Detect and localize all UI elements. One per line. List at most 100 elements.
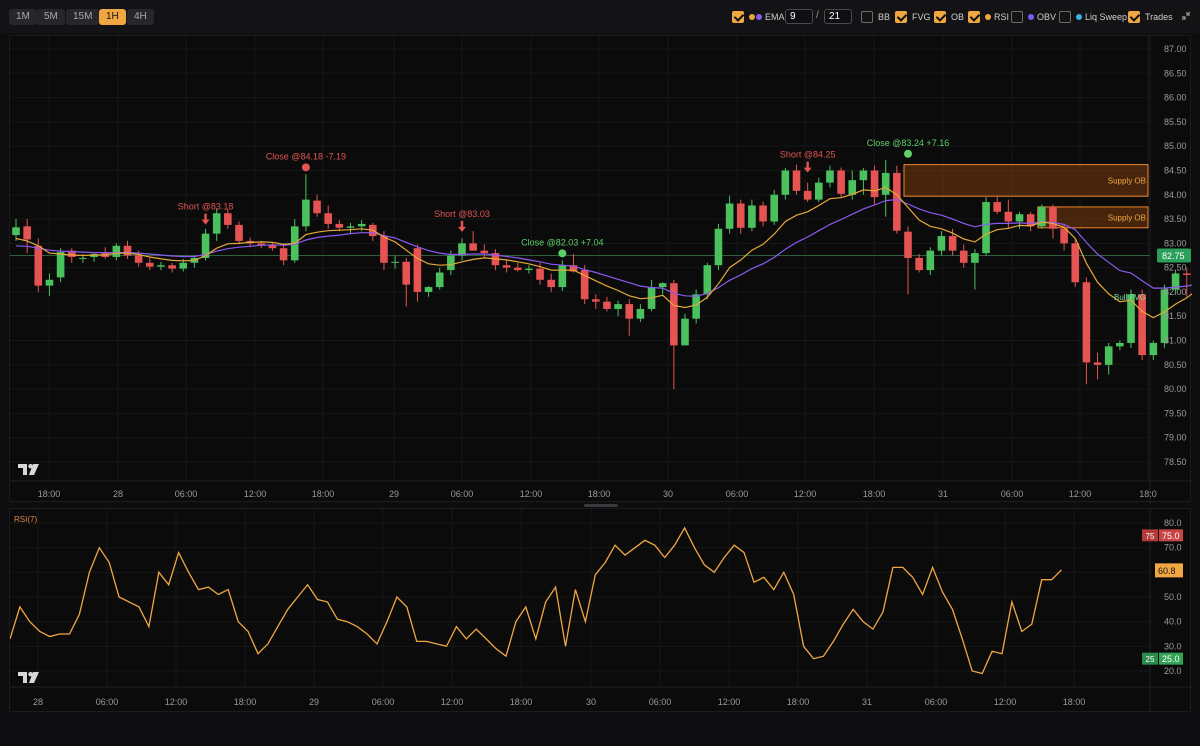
rsi-time-tick-label: 06:00 xyxy=(925,697,948,707)
ema-slow-input[interactable]: 21 xyxy=(824,9,852,24)
ema-fast-input[interactable]: 9 xyxy=(785,9,813,24)
trades-checkbox[interactable] xyxy=(1128,11,1140,23)
rsi-time-tick-label: 18:00 xyxy=(787,697,810,707)
bearish-candle xyxy=(168,265,176,269)
pane-resize-handle[interactable] xyxy=(584,504,618,507)
bearish-candle xyxy=(224,213,232,225)
liq-sweep-label: Liq Sweep xyxy=(1085,12,1128,22)
bearish-candle xyxy=(870,170,879,198)
rsi-toggle[interactable]: RSI xyxy=(968,10,1009,24)
time-tick-label: 06:00 xyxy=(726,489,749,499)
bb-label: BB xyxy=(878,12,891,22)
rsi-time-tick-label: 12:00 xyxy=(718,697,741,707)
bullish-candle xyxy=(971,253,979,263)
obv-toggle[interactable]: OBV xyxy=(1011,10,1056,24)
bearish-candle xyxy=(948,236,957,251)
bullish-candle xyxy=(636,308,645,319)
rsi-panel[interactable]: RSI(7)80.070.060.050.040.030.020.07575.0… xyxy=(9,508,1192,713)
ob-checkbox[interactable] xyxy=(934,11,946,23)
bull-fvg-label: Bull FVG xyxy=(1114,293,1146,302)
time-tick-label: 18:00 xyxy=(588,489,611,499)
bearish-candle xyxy=(23,226,31,240)
bullish-candle xyxy=(826,170,834,183)
rsi-time-tick-label: 12:00 xyxy=(441,697,464,707)
rsi-line xyxy=(9,526,1062,675)
rsi-time-tick-label: 18:00 xyxy=(510,697,533,707)
bullish-candle xyxy=(424,287,433,292)
time-tick-label: 18:0 xyxy=(1139,489,1157,499)
bearish-candle xyxy=(803,190,812,200)
trades-toggle[interactable]: Trades xyxy=(1128,10,1173,24)
price-tick-label: 80.50 xyxy=(1164,360,1187,370)
bullish-candle xyxy=(1116,342,1124,347)
obv-checkbox[interactable] xyxy=(1011,11,1023,23)
bearish-candle xyxy=(1071,243,1080,283)
price-tick-label: 83.50 xyxy=(1164,214,1187,224)
ema-toggle[interactable]: EMA xyxy=(732,10,785,24)
liq-sweep-checkbox[interactable] xyxy=(1059,11,1071,23)
rsi-time-tick-label: 12:00 xyxy=(994,697,1017,707)
bearish-candle xyxy=(146,262,154,267)
rsi-time-tick-label: 06:00 xyxy=(96,697,119,707)
bearish-candle xyxy=(1182,273,1191,275)
price-tick-label: 84.50 xyxy=(1164,165,1187,175)
ema-checkbox[interactable] xyxy=(732,11,744,23)
price-chart[interactable]: Supply OB Supply OB Bull FVG Short @83.18 Cl… xyxy=(10,36,1200,503)
liq-sweep-toggle[interactable]: Liq Sweep xyxy=(1059,10,1127,24)
rsi-tick-label: 70.0 xyxy=(1164,543,1182,553)
time-tick-label: 06:00 xyxy=(175,489,198,499)
bearish-candle xyxy=(279,248,288,261)
liq-sweep-dot-icon xyxy=(1076,14,1082,20)
rsi-time-tick-label: 18:00 xyxy=(1063,697,1086,707)
bullish-candle xyxy=(45,279,54,286)
rsi-time-tick-label: 31 xyxy=(862,697,872,707)
bearish-candle xyxy=(837,170,845,194)
bullish-candle xyxy=(859,170,868,181)
fvg-toggle[interactable]: FVG xyxy=(895,10,931,24)
bullish-candle xyxy=(982,202,990,254)
bullish-candle xyxy=(1149,342,1158,356)
time-tick-label: 06:00 xyxy=(1001,489,1024,499)
rsi-tick-label: 80.0 xyxy=(1164,518,1182,528)
rsi-time-tick-label: 06:00 xyxy=(649,697,672,707)
bullish-candle xyxy=(179,262,188,269)
bullish-candle xyxy=(346,226,355,228)
bullish-candle xyxy=(1015,214,1024,222)
ob-toggle[interactable]: OB xyxy=(934,10,964,24)
rsi-time-tick-label: 29 xyxy=(309,697,319,707)
bearish-candle xyxy=(1093,362,1102,365)
timeframe-5m-button[interactable]: 5M xyxy=(37,9,65,25)
bb-toggle[interactable]: BB xyxy=(861,10,890,24)
bullish-candle xyxy=(435,272,444,288)
rsi-title: RSI(7) xyxy=(14,515,37,524)
bb-checkbox[interactable] xyxy=(861,11,873,23)
oversold-value-label: 25.0 xyxy=(1162,654,1180,664)
fvg-checkbox[interactable] xyxy=(895,11,907,23)
bullish-candle xyxy=(926,250,935,271)
timeframe-1m-button[interactable]: 1M xyxy=(9,9,37,25)
timeframe-1h-button[interactable]: 1H xyxy=(99,9,126,25)
time-tick-label: 18:00 xyxy=(312,489,335,499)
obv-label: OBV xyxy=(1037,12,1057,22)
bullish-candle xyxy=(1104,346,1113,365)
rsi-checkbox[interactable] xyxy=(968,11,980,23)
collapse-icon[interactable] xyxy=(1180,10,1192,22)
bullish-candle xyxy=(458,243,466,256)
rsi-chart[interactable]: RSI(7)80.070.060.050.040.030.020.07575.0… xyxy=(9,509,1192,713)
close-trade-dot-icon xyxy=(301,163,310,172)
bullish-candle xyxy=(212,213,221,234)
rsi-tick-label: 30.0 xyxy=(1164,641,1182,651)
bearish-candle xyxy=(324,213,332,224)
bearish-candle xyxy=(915,257,923,271)
supply-ob-label: Supply OB xyxy=(1108,176,1146,185)
price-tick-label: 82.50 xyxy=(1164,263,1187,273)
oversold-level-label: 25 xyxy=(1146,655,1155,664)
bullish-candle xyxy=(391,261,399,263)
fvg-label: FVG xyxy=(912,12,931,22)
overbought-value-label: 75.0 xyxy=(1162,531,1180,541)
timeframe-4h-button[interactable]: 4H xyxy=(127,9,154,25)
bearish-candle xyxy=(904,231,912,258)
price-chart-panel[interactable]: Supply OB Supply OB Bull FVG Short @83.18 Cl… xyxy=(9,35,1200,503)
timeframe-15m-button[interactable]: 15M xyxy=(66,9,100,25)
bearish-candle xyxy=(34,245,43,286)
